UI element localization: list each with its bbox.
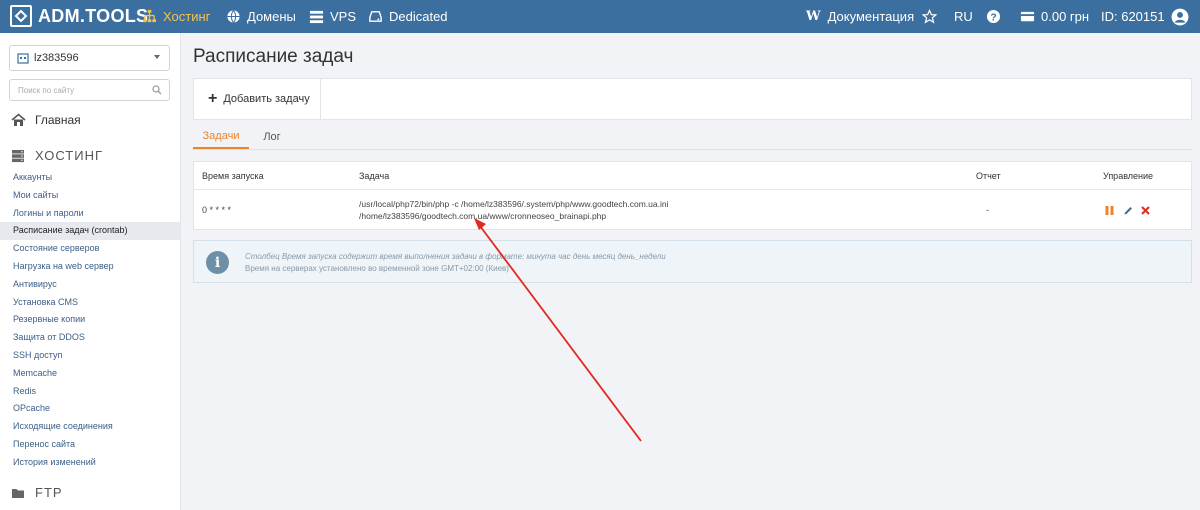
annotation-arrow (474, 218, 642, 442)
